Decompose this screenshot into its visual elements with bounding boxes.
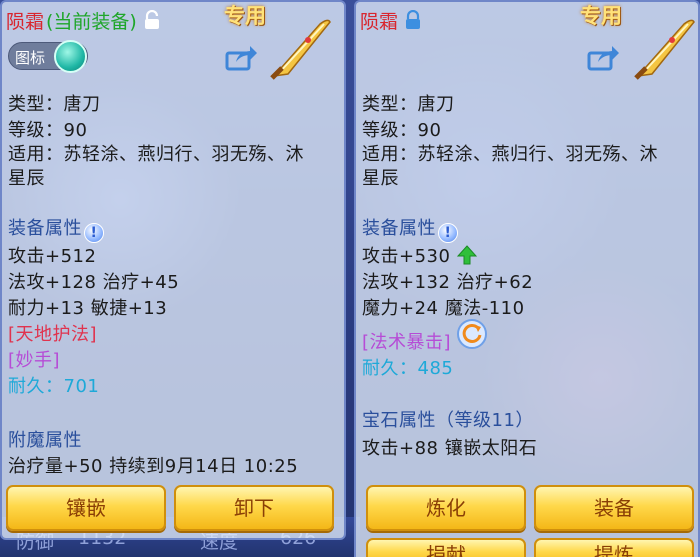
- equip-attr-title: 装备属性!: [362, 214, 458, 243]
- item-for-line2: 星辰: [362, 168, 399, 189]
- durability: 耐久：485: [362, 358, 454, 379]
- durability: 耐久：701: [8, 376, 100, 397]
- enchant-line-1: 治疗量+50 持续到9月14日 10:25: [8, 456, 299, 477]
- item-type: 类型：唐刀: [8, 94, 101, 115]
- attr-line-3: 耐力+13 敏捷+13: [8, 298, 168, 319]
- lock-icon[interactable]: [404, 10, 422, 30]
- item-title: 陨霜 (当前装备): [6, 6, 161, 34]
- item-level: 等级：90: [362, 120, 442, 141]
- attr-line-2: 法攻+132 治疗+62: [362, 272, 534, 293]
- refresh-icon[interactable]: [456, 318, 488, 350]
- share-icon[interactable]: [224, 42, 258, 72]
- item-level: 等级：90: [8, 120, 88, 141]
- blade-icon: [634, 19, 695, 80]
- equipped-item-panel: 陨霜 (当前装备) 专用 图标 类型：唐刀 等级：90 适用：苏轻涂、燕归行、羽…: [0, 0, 346, 540]
- donate-button[interactable]: 捐献: [366, 538, 526, 557]
- unlock-icon[interactable]: [143, 10, 161, 30]
- attr-line-3: 魔力+24 魔法-110: [362, 298, 525, 319]
- equip-attr-label: 装备属性: [8, 218, 82, 239]
- extract-button[interactable]: 提炼: [534, 538, 694, 557]
- skill-1: [法术暴击]: [362, 332, 452, 353]
- icon-toggle-label: 图标: [15, 49, 46, 67]
- equip-button[interactable]: 装备: [534, 485, 694, 531]
- info-icon[interactable]: !: [438, 223, 458, 243]
- enchant-title: 附魔属性: [8, 430, 82, 451]
- gem-attr-title: 宝石属性（等级11）: [362, 410, 534, 431]
- share-icon[interactable]: [586, 42, 620, 72]
- exclusive-badge: 专用: [580, 4, 622, 28]
- blade-icon: [270, 19, 331, 80]
- refine-button[interactable]: 炼化: [366, 485, 526, 531]
- icon-toggle[interactable]: 图标: [8, 40, 88, 73]
- compare-item-panel: 陨霜 专用 类型：唐刀 等级：90 适用：苏轻涂、燕归行、羽无殇、沐 星辰 装备…: [354, 0, 700, 557]
- info-icon[interactable]: !: [84, 223, 104, 243]
- item-for-line1: 适用：苏轻涂、燕归行、羽无殇、沐: [8, 144, 304, 165]
- skill-1: [天地护法]: [8, 324, 98, 345]
- item-title: 陨霜: [360, 6, 422, 34]
- unequip-button[interactable]: 卸下: [174, 485, 334, 531]
- upgrade-arrow-icon: [456, 245, 477, 265]
- skill-2: [妙手]: [8, 350, 61, 371]
- current-equip-tag: (当前装备): [46, 10, 137, 33]
- attr-line-1-text: 攻击+530: [362, 246, 451, 267]
- gem-line-1: 攻击+88 镶嵌太阳石: [362, 438, 538, 459]
- item-name: 陨霜: [360, 10, 399, 33]
- equip-attr-label: 装备属性: [362, 218, 436, 239]
- attr-line-1: 攻击+530: [362, 242, 477, 268]
- item-type: 类型：唐刀: [362, 94, 455, 115]
- attr-line-1: 攻击+512: [8, 246, 97, 267]
- item-for-line1: 适用：苏轻涂、燕归行、羽无殇、沐: [362, 144, 658, 165]
- inlay-button[interactable]: 镶嵌: [6, 485, 166, 531]
- item-name: 陨霜: [6, 10, 45, 33]
- attr-line-2: 法攻+128 治疗+45: [8, 272, 180, 293]
- toggle-knob-icon: [54, 40, 87, 73]
- equip-attr-title: 装备属性!: [8, 214, 104, 243]
- exclusive-badge: 专用: [224, 4, 266, 28]
- item-for-line2: 星辰: [8, 168, 45, 189]
